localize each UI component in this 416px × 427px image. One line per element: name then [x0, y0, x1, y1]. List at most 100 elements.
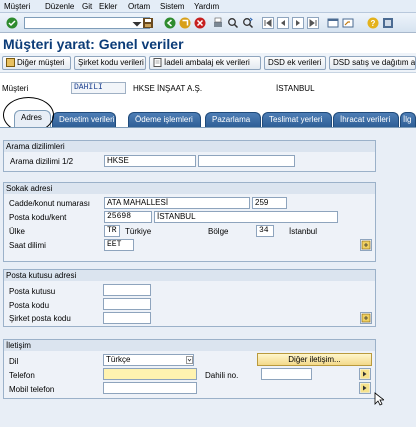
postal-code-city-label: Posta kodu/kent [9, 213, 67, 222]
application-toolbar: Diğer müşteri Şirket kodu verileri İadel… [0, 53, 416, 73]
communication-title: İletişim [4, 340, 375, 351]
menu-sistem[interactable]: Sistem [160, 2, 184, 11]
address-details-button[interactable] [360, 239, 372, 251]
extension-label: Dahili no. [205, 371, 239, 380]
postal-code-field[interactable]: 25698 [104, 211, 152, 223]
po-box-title: Posta kutusu adresi [4, 270, 375, 281]
customer-city: İSTANBUL [276, 84, 315, 93]
city-field[interactable]: İSTANBUL [154, 211, 338, 223]
phone-label: Telefon [9, 371, 35, 380]
tab-strip: Adres Denetim verileri Ödeme işlemleri P… [0, 109, 416, 127]
search-terms-group: Arama dizilimleri Arama dizilimi 1/2 HKS… [3, 140, 376, 172]
timezone-field[interactable]: EET [104, 239, 134, 251]
find-icon[interactable] [227, 17, 239, 29]
dsd-sales-distribution-label: DSD satış ve dağıtım al [333, 58, 416, 67]
menu-bar: Müşteri Düzenle Git Ekler Ortam Sistem Y… [0, 0, 416, 13]
po-box-group: Posta kutusu adresi Posta kutusu Posta k… [3, 269, 376, 327]
tab-teslimat-yerleri[interactable]: Teslimat yerleri [262, 112, 332, 127]
tab-odeme-islemleri[interactable]: Ödeme işlemleri [128, 112, 201, 127]
help-icon[interactable]: ? [367, 17, 379, 29]
region-name: İstanbul [289, 227, 318, 236]
language-value: Türkçe [106, 355, 131, 364]
po-box-postal-code-label: Posta kodu [9, 301, 50, 310]
search-term-1-field[interactable]: HKSE [104, 155, 196, 167]
next-page-icon[interactable] [292, 17, 304, 29]
other-customer-button[interactable]: Diğer müşteri [2, 56, 71, 70]
find-next-icon[interactable] [242, 17, 254, 29]
po-box-postal-code-field[interactable] [103, 298, 151, 310]
po-box-label: Posta kutusu [9, 287, 56, 296]
customize-icon[interactable] [382, 17, 394, 29]
language-label: Dil [9, 357, 19, 366]
region-label: Bölge [208, 227, 229, 236]
street-field[interactable]: ATA MAHALLESİ [104, 197, 250, 209]
command-dropdown-icon[interactable] [131, 19, 142, 27]
arrow-right-icon [360, 383, 370, 393]
shortcut-icon[interactable] [342, 17, 354, 29]
company-code-data-label: Şirket kodu verileri [78, 58, 144, 67]
po-box-field[interactable] [103, 284, 151, 296]
dsd-sales-distribution-button[interactable]: DSD satış ve dağıtım al [329, 56, 416, 70]
back-icon[interactable] [164, 17, 176, 29]
standard-toolbar: ? [0, 13, 416, 33]
tab-pazarlama[interactable]: Pazarlama [205, 112, 261, 127]
mobile-more-button[interactable] [359, 382, 371, 394]
title-bar: Müşteri yarat: Genel veriler [0, 33, 416, 53]
phone-more-button[interactable] [359, 368, 371, 380]
page-title: Müşteri yarat: Genel veriler [3, 36, 184, 52]
prev-page-icon[interactable] [277, 17, 289, 29]
print-icon[interactable] [212, 17, 224, 29]
other-communication-button[interactable]: Diğer iletişim... [257, 353, 372, 366]
svg-text:?: ? [371, 19, 376, 28]
search-term-label: Arama dizilimi 1/2 [10, 157, 74, 166]
menu-musteri[interactable]: Müşteri [4, 2, 30, 11]
save-icon[interactable] [142, 17, 154, 29]
customer-icon [6, 58, 15, 67]
po-box-details-button[interactable] [360, 312, 372, 324]
mouse-cursor-icon [374, 392, 386, 406]
country-code-field[interactable]: TR [104, 225, 120, 237]
house-number-field[interactable]: 259 [252, 197, 287, 209]
street-label: Cadde/konut numarası [9, 199, 90, 208]
customer-id-field: DAHILI [71, 82, 126, 94]
customer-header: Müşteri DAHILI HKSE İNŞAAT A.Ş. İSTANBUL [0, 80, 416, 96]
language-dropdown-icon[interactable] [186, 356, 193, 364]
menu-duzenle[interactable]: Düzenle [45, 2, 74, 11]
language-select[interactable]: Türkçe [103, 354, 194, 366]
cancel-icon[interactable] [194, 17, 206, 29]
enter-icon[interactable] [6, 17, 18, 29]
first-page-icon[interactable] [262, 17, 274, 29]
tab-ihracat-verileri[interactable]: İhracat verileri [333, 112, 399, 127]
exit-icon[interactable] [179, 17, 191, 29]
customer-label: Müşteri [2, 84, 29, 93]
tab-denetim-verileri[interactable]: Denetim verileri [52, 112, 116, 127]
company-postal-code-field[interactable] [103, 312, 151, 324]
tab-content: Arama dizilimleri Arama dizilimi 1/2 HKS… [0, 127, 416, 427]
phone-field[interactable] [103, 368, 197, 380]
tab-ilgili[interactable]: İlg [400, 112, 416, 127]
search-terms-title: Arama dizilimleri [4, 141, 375, 152]
street-address-title: Sokak adresi [4, 183, 375, 194]
region-code-field[interactable]: 34 [256, 225, 274, 237]
returnable-packaging-label: İadeli ambalaj ek verileri [164, 58, 250, 67]
dsd-additional-data-label: DSD ek verileri [268, 58, 322, 67]
document-icon [153, 58, 162, 67]
company-postal-code-label: Şirket posta kodu [9, 314, 71, 323]
menu-yardim[interactable]: Yardım [194, 2, 219, 11]
details-icon [361, 240, 371, 250]
country-name: Türkiye [125, 227, 152, 236]
menu-ortam[interactable]: Ortam [128, 2, 150, 11]
mobile-phone-field[interactable] [103, 382, 197, 394]
company-code-data-button[interactable]: Şirket kodu verileri [74, 56, 146, 70]
country-label: Ülke [9, 227, 26, 236]
mobile-phone-label: Mobil telefon [9, 385, 55, 394]
menu-ekler[interactable]: Ekler [99, 2, 117, 11]
menu-git[interactable]: Git [82, 2, 92, 11]
search-term-2-field[interactable] [198, 155, 295, 167]
returnable-packaging-button[interactable]: İadeli ambalaj ek verileri [149, 56, 261, 70]
dsd-additional-data-button[interactable]: DSD ek verileri [264, 56, 326, 70]
details-icon [361, 313, 371, 323]
last-page-icon[interactable] [307, 17, 319, 29]
extension-field[interactable] [261, 368, 312, 380]
new-session-icon[interactable] [327, 17, 339, 29]
